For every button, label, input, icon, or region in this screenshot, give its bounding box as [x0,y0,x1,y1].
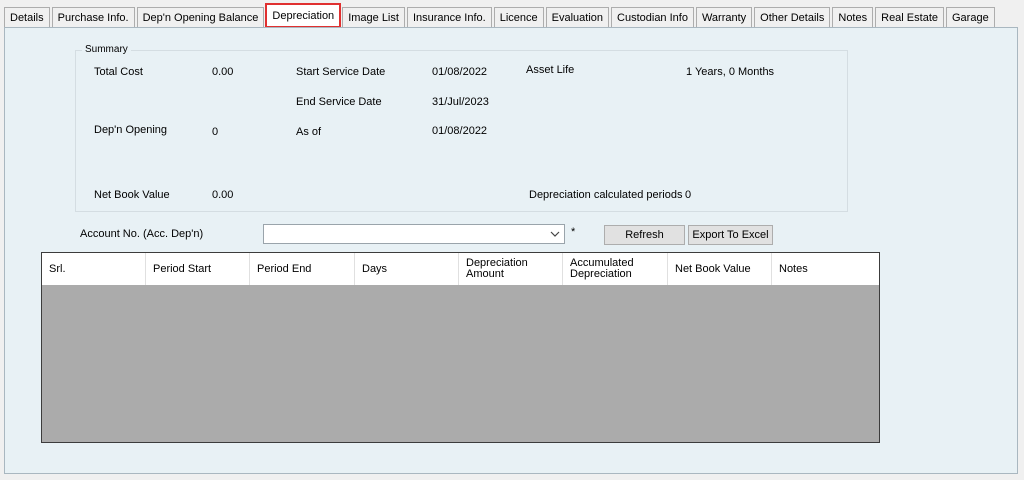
tab-other-details[interactable]: Other Details [754,7,831,27]
tab-warranty[interactable]: Warranty [695,7,753,27]
column-header-depreciation-amount[interactable]: Depreciation Amount [459,253,563,285]
total-cost-label: Total Cost [94,66,143,78]
net-book-value-label: Net Book Value [94,189,170,201]
tab-insurance-info[interactable]: Insurance Info. [406,7,492,27]
start-service-date-value: 01/08/2022 [432,66,488,78]
column-header-period-end[interactable]: Period End [250,253,355,285]
tab-real-estate[interactable]: Real Estate [875,7,944,27]
as-of-value: 01/08/2022 [432,125,488,137]
column-header-accumulated-depreciation[interactable]: Accumulated Depreciation [563,253,668,285]
tab-depn-opening-balance[interactable]: Dep'n Opening Balance [136,7,265,27]
start-service-date-label: Start Service Date [296,66,386,78]
export-to-excel-button[interactable]: Export To Excel [688,225,773,245]
tab-depreciation[interactable]: Depreciation [265,3,342,28]
depreciation-grid[interactable]: Srl. Period Start Period End Days Deprec… [41,252,880,443]
column-header-days[interactable]: Days [355,253,459,285]
tab-image-list[interactable]: Image List [342,7,405,27]
column-header-net-book-value[interactable]: Net Book Value [668,253,772,285]
depn-opening-value: 0 [212,126,219,138]
as-of-label: As of [296,126,322,138]
depreciation-periods-label: Depreciation calculated periods [529,189,683,201]
total-cost-value: 0.00 [212,66,234,78]
summary-title: Summary [82,44,131,55]
tab-licence[interactable]: Licence [493,7,544,27]
tab-strip: Details Purchase Info. Dep'n Opening Bal… [0,3,1024,28]
tab-purchase-info[interactable]: Purchase Info. [51,7,135,27]
end-service-date-value: 31/Jul/2023 [432,96,489,108]
account-no-label: Account No. (Acc. Dep'n) [80,228,204,240]
net-book-value: 0.00 [212,189,234,201]
depn-opening-label: Dep'n Opening [94,124,168,136]
tab-notes[interactable]: Notes [832,7,874,27]
tab-garage[interactable]: Garage [946,7,995,27]
depreciation-panel: Summary Total Cost 0.00 Start Service Da… [4,27,1018,474]
asset-life-label: Asset Life [526,64,575,76]
column-header-period-start[interactable]: Period Start [146,253,250,285]
refresh-button[interactable]: Refresh [604,225,685,245]
required-marker: * [571,226,576,238]
tab-evaluation[interactable]: Evaluation [545,7,610,27]
grid-header: Srl. Period Start Period End Days Deprec… [42,253,879,285]
column-header-notes[interactable]: Notes [772,253,879,285]
column-header-srl[interactable]: Srl. [42,253,146,285]
tab-details[interactable]: Details [4,7,50,27]
depreciation-periods-value: 0 [685,189,692,201]
account-no-dropdown[interactable] [263,224,565,244]
asset-life-value: 1 Years, 0 Months [686,66,775,78]
chevron-down-icon[interactable] [549,228,561,240]
end-service-date-label: End Service Date [296,96,382,108]
tab-custodian-info[interactable]: Custodian Info [611,7,694,27]
